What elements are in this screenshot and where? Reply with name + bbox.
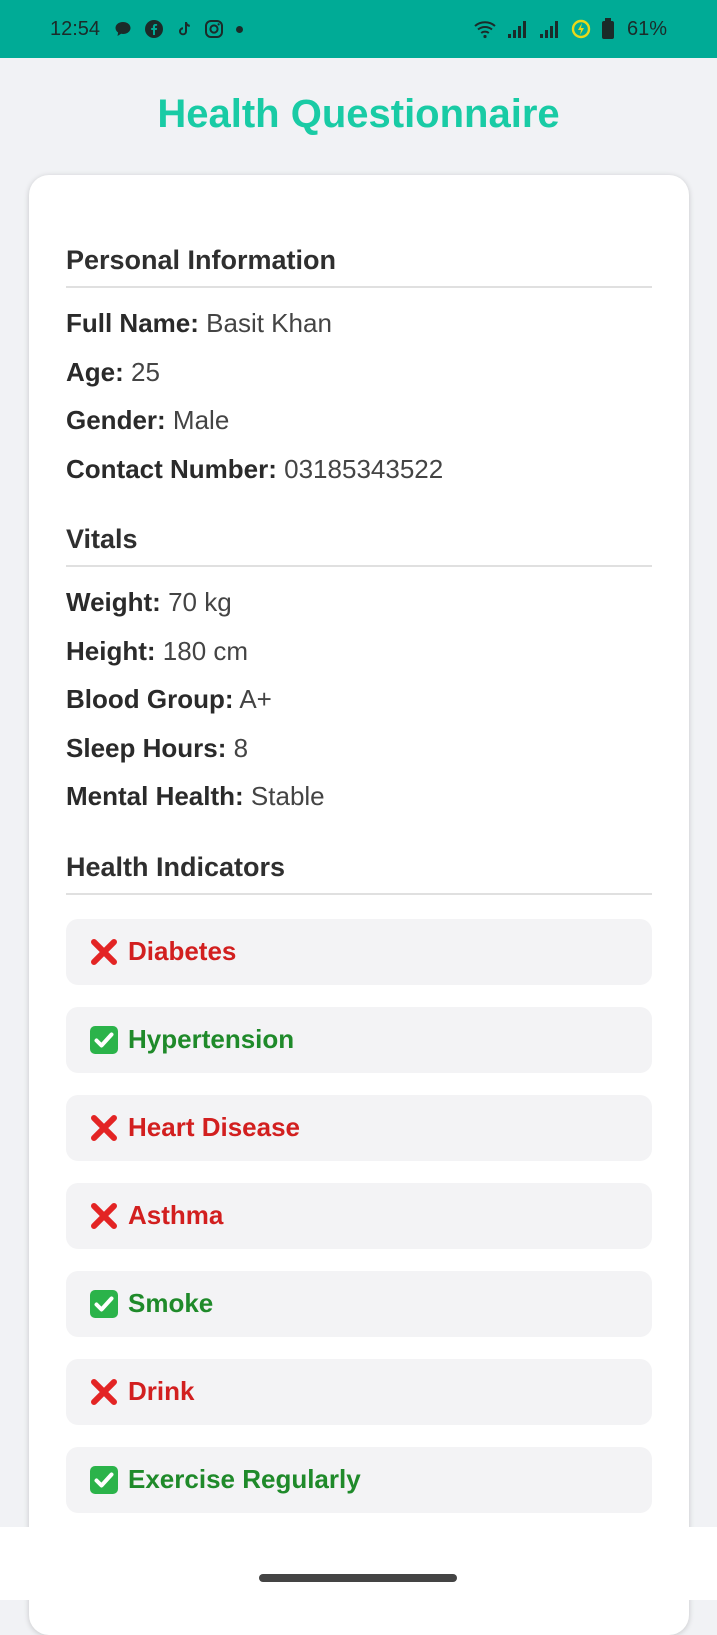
- info-row-height: Height: 180 cm: [66, 636, 652, 685]
- indicator-diabetes: Diabetes: [66, 918, 652, 985]
- info-value: Stable: [250, 781, 325, 811]
- info-label: Blood Group:: [66, 684, 234, 714]
- info-label: Sleep Hours:: [66, 732, 227, 763]
- indicator-label: Smoke: [128, 1288, 214, 1318]
- indicator-exercise-regularly: Exercise Regularly: [66, 1446, 652, 1513]
- info-value: A+: [239, 684, 272, 714]
- info-row-sleep-hours: Sleep Hours: 8: [66, 733, 652, 782]
- indicator-label: Asthma: [128, 1200, 224, 1230]
- info-label: Height:: [66, 635, 156, 666]
- indicator-heart-disease: Heart Disease: [66, 1094, 652, 1161]
- vitals-list: Weight: 70 kg Height: 180 cm Blood Group…: [66, 587, 652, 830]
- info-value: 70 kg: [168, 587, 232, 617]
- indicator-label: Heart Disease: [128, 1112, 300, 1142]
- notification-icons: [114, 19, 244, 39]
- indicator-label: Hypertension: [128, 1024, 295, 1054]
- check-mark-icon: [88, 1024, 120, 1056]
- battery-icon: [601, 18, 615, 40]
- wifi-icon: [473, 19, 497, 39]
- home-gesture-handle[interactable]: [259, 1574, 457, 1582]
- page-title: Health Questionnaire: [157, 92, 560, 136]
- personal-info-list: Full Name: Basit Khan Age: 25 Gender: Ma…: [66, 308, 652, 502]
- chat-bubble-icon: [114, 20, 132, 38]
- battery-percentage: 61%: [626, 17, 667, 40]
- section-title-vitals: Vitals: [66, 524, 652, 567]
- info-label: Contact Number:: [66, 453, 277, 484]
- info-value: Male: [172, 405, 230, 435]
- indicator-label: Exercise Regularly: [128, 1464, 361, 1494]
- info-value: 8: [233, 732, 249, 763]
- cross-mark-icon: [88, 1200, 120, 1232]
- signal-icon: [507, 20, 529, 38]
- tiktok-icon: [176, 20, 192, 38]
- health-indicator-list: Diabetes Hypertension Heart Disease Asth…: [66, 918, 652, 1513]
- indicator-drink: Drink: [66, 1358, 652, 1425]
- info-row-age: Age: 25: [66, 357, 652, 406]
- check-mark-icon: [88, 1288, 120, 1320]
- section-title-indicators: Health Indicators: [66, 852, 652, 895]
- info-label: Age:: [66, 356, 124, 387]
- signal-icon: [539, 20, 561, 38]
- indicator-asthma: Asthma: [66, 1182, 652, 1249]
- info-row-mental-health: Mental Health: Stable: [66, 781, 652, 830]
- info-label: Mental Health:: [66, 781, 244, 811]
- indicator-label: Drink: [128, 1376, 195, 1406]
- info-row-gender: Gender: Male: [66, 405, 652, 454]
- section-title-personal: Personal Information: [66, 245, 652, 288]
- info-row-full-name: Full Name: Basit Khan: [66, 308, 652, 357]
- info-row-weight: Weight: 70 kg: [66, 587, 652, 636]
- facebook-icon: [144, 19, 164, 39]
- info-row-blood-group: Blood Group: A+: [66, 684, 652, 733]
- more-notifications-dot: [236, 25, 244, 33]
- questionnaire-card: Personal Information Full Name: Basit Kh…: [29, 175, 689, 1635]
- system-nav-bar: [0, 1527, 717, 1600]
- cross-mark-icon: [88, 1112, 120, 1144]
- instagram-icon: [204, 19, 224, 39]
- info-label: Full Name:: [66, 308, 199, 338]
- info-value: 180 cm: [162, 635, 249, 666]
- info-label: Gender:: [66, 405, 166, 435]
- info-row-contact: Contact Number: 03185343522: [66, 454, 652, 503]
- indicator-label: Diabetes: [128, 936, 237, 966]
- check-mark-icon: [88, 1464, 120, 1496]
- indicator-hypertension: Hypertension: [66, 1006, 652, 1073]
- battery-saver-icon: [571, 19, 591, 39]
- status-bar: 12:54 61%: [0, 0, 717, 58]
- info-value: Basit Khan: [206, 308, 332, 338]
- info-value: 25: [131, 356, 160, 387]
- info-label: Weight:: [66, 587, 161, 617]
- status-time: 12:54: [50, 17, 101, 40]
- cross-mark-icon: [88, 1376, 120, 1408]
- cross-mark-icon: [88, 936, 120, 968]
- info-value: 03185343522: [284, 453, 444, 484]
- indicator-smoke: Smoke: [66, 1270, 652, 1337]
- system-icons: 61%: [473, 18, 667, 41]
